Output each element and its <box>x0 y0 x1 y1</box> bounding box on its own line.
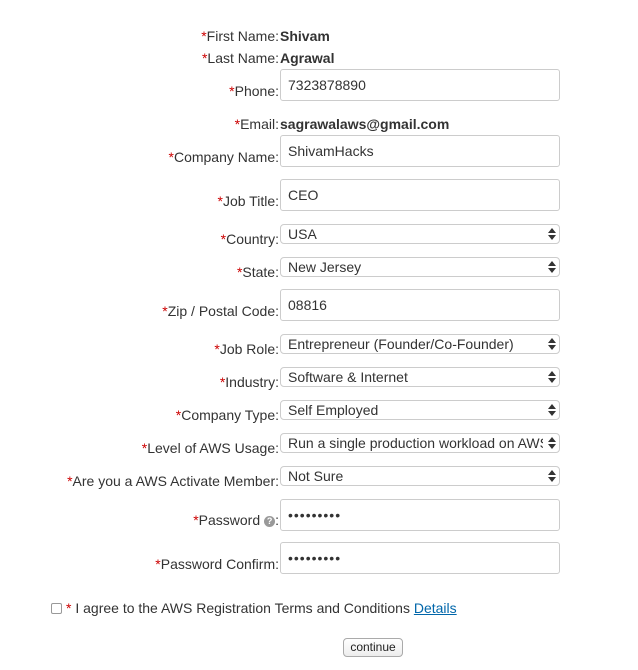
email-label: *Email: <box>234 116 279 132</box>
country-label: *Country: <box>220 231 279 247</box>
updown-arrows-icon <box>548 470 556 482</box>
first-name-label: *First Name: <box>201 28 279 44</box>
aws-usage-selected-value: Run a single production workload on AWS <box>288 435 543 451</box>
company-type-select[interactable]: Self Employed <box>280 400 560 420</box>
zip-input[interactable] <box>280 289 560 321</box>
industry-label: *Industry: <box>219 374 279 390</box>
email-value: sagrawalaws@gmail.com <box>280 116 450 132</box>
continue-button[interactable]: continue <box>343 638 403 657</box>
zip-label: *Zip / Postal Code: <box>162 303 279 319</box>
country-selected-value: USA <box>288 226 317 242</box>
country-select[interactable]: USA <box>280 224 560 244</box>
activate-member-label: *Are you a AWS Activate Member: <box>67 473 279 489</box>
phone-label: *Phone: <box>229 83 279 99</box>
password-input[interactable] <box>280 499 560 531</box>
job-role-selected-value: Entrepreneur (Founder/Co-Founder) <box>288 336 514 352</box>
updown-arrows-icon <box>548 228 556 240</box>
terms-text: I agree to the AWS Registration Terms an… <box>75 600 410 616</box>
question-circle-icon[interactable]: ? <box>264 516 276 527</box>
state-label: *State: <box>236 264 279 280</box>
password-confirm-input[interactable] <box>280 542 560 574</box>
last-name-label: *Last Name: <box>201 50 279 66</box>
job-role-label: *Job Role: <box>214 341 279 357</box>
updown-arrows-icon <box>548 404 556 416</box>
first-name-value: Shivam <box>280 28 330 44</box>
last-name-value: Agrawal <box>280 50 335 66</box>
state-select[interactable]: New Jersey <box>280 257 560 277</box>
job-role-select[interactable]: Entrepreneur (Founder/Co-Founder) <box>280 334 560 354</box>
company-type-label: *Company Type: <box>175 407 279 423</box>
updown-arrows-icon <box>548 437 556 449</box>
company-name-input[interactable] <box>280 135 560 167</box>
terms-checkbox[interactable] <box>51 603 62 614</box>
company-name-label: *Company Name: <box>168 149 280 165</box>
aws-usage-label: *Level of AWS Usage: <box>141 440 279 456</box>
password-label: *Password?: <box>193 512 279 528</box>
job-title-label: *Job Title: <box>217 193 279 209</box>
state-selected-value: New Jersey <box>288 259 362 275</box>
updown-arrows-icon <box>548 371 556 383</box>
activate-member-select[interactable]: Not Sure <box>280 466 560 486</box>
updown-arrows-icon <box>548 338 556 350</box>
terms-required-mark: * <box>66 600 72 616</box>
phone-input[interactable] <box>280 69 560 101</box>
industry-selected-value: Software & Internet <box>288 369 408 385</box>
activate-member-selected-value: Not Sure <box>288 468 344 484</box>
updown-arrows-icon <box>548 261 556 273</box>
job-title-input[interactable] <box>280 179 560 211</box>
company-type-selected-value: Self Employed <box>288 402 379 418</box>
terms-agreement: * I agree to the AWS Registration Terms … <box>51 600 457 616</box>
industry-select[interactable]: Software & Internet <box>280 367 560 387</box>
terms-details-link[interactable]: Details <box>414 600 457 616</box>
password-confirm-label: *Password Confirm: <box>155 556 279 572</box>
aws-usage-select[interactable]: Run a single production workload on AWS <box>280 433 560 453</box>
